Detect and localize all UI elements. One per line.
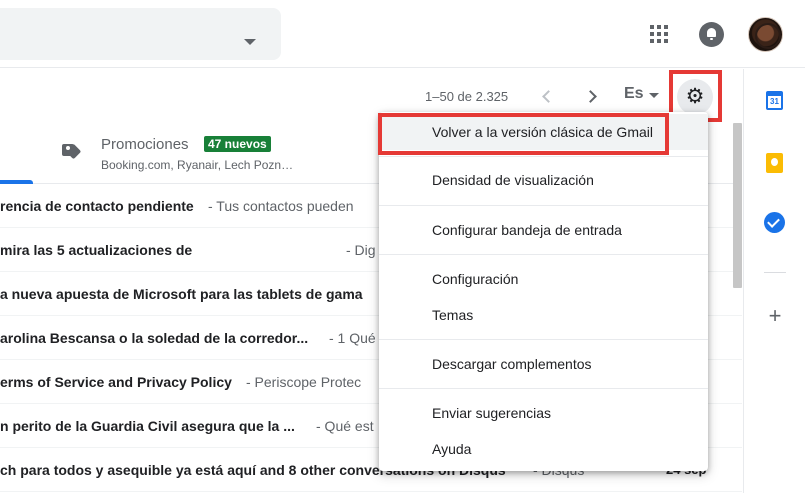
- add-icon[interactable]: +: [766, 305, 784, 327]
- side-panel: +: [743, 69, 805, 493]
- apps-grid-icon[interactable]: [650, 25, 670, 45]
- page-count: 1–50 de 2.325: [425, 89, 509, 104]
- email-snippet: - Dig: [346, 242, 376, 258]
- gear-icon[interactable]: ⚙: [684, 86, 706, 108]
- email-snippet: - Tus contactos pueden: [208, 198, 354, 214]
- menu-divider: [379, 388, 708, 389]
- chevron-left-icon[interactable]: [541, 90, 553, 102]
- search-options-caret-icon[interactable]: [244, 39, 256, 45]
- chevron-down-icon[interactable]: [649, 93, 659, 98]
- tag-hole: [66, 146, 70, 150]
- email-subject: rencia de contacto pendiente: [0, 198, 194, 214]
- email-subject: n perito de la Guardia Civil asegura que…: [0, 418, 295, 434]
- promotions-senders: Booking.com, Ryanair, Lech Pozn…: [101, 158, 294, 172]
- new-count-badge: 47 nuevos: [204, 136, 271, 152]
- menu-item-configure-inbox[interactable]: Configurar bandeja de entrada: [379, 212, 708, 248]
- email-snippet: - Periscope Protec: [246, 374, 362, 390]
- settings-menu: Volver a la versión clásica de Gmail Den…: [379, 112, 708, 471]
- menu-divider: [379, 156, 708, 157]
- menu-divider: [379, 339, 708, 340]
- tab-promotions[interactable]: Promociones: [101, 136, 189, 153]
- email-snippet: - Qué est: [316, 418, 374, 434]
- email-snippet: - 1 Qué: [329, 330, 376, 346]
- highlight-annotation: [378, 113, 669, 155]
- email-subject: a nueva apuesta de Microsoft para las ta…: [0, 286, 363, 302]
- bell-icon[interactable]: [699, 22, 724, 47]
- menu-item-settings[interactable]: Configuración: [379, 261, 708, 297]
- top-header: [0, 0, 805, 68]
- menu-divider: [379, 205, 708, 206]
- menu-item-send-feedback[interactable]: Enviar sugerencias: [379, 395, 708, 431]
- menu-item-get-addons[interactable]: Descargar complementos: [379, 346, 708, 382]
- email-subject: arolina Bescansa o la soledad de la corr…: [0, 330, 309, 346]
- gmail-window: 1–50 de 2.325 Es ⚙ Promociones 47 nuevos…: [0, 0, 805, 493]
- email-subject: mira las 5 actualizaciones de: [0, 242, 193, 258]
- menu-item-themes[interactable]: Temas: [379, 297, 708, 333]
- input-language-button[interactable]: Es: [624, 85, 644, 103]
- email-subject: erms of Service and Privacy Policy: [0, 374, 232, 390]
- menu-item-density[interactable]: Densidad de visualización: [379, 162, 708, 198]
- menu-divider: [379, 254, 708, 255]
- side-panel-divider: [764, 272, 786, 273]
- keep-icon[interactable]: [766, 153, 783, 173]
- search-bar[interactable]: [0, 8, 281, 60]
- menu-item-help[interactable]: Ayuda: [379, 431, 708, 467]
- tasks-icon[interactable]: [764, 212, 785, 233]
- calendar-icon[interactable]: [766, 91, 783, 110]
- chevron-right-icon[interactable]: [585, 90, 597, 102]
- scrollbar[interactable]: [733, 123, 742, 288]
- tag-icon: [62, 143, 82, 161]
- avatar[interactable]: [748, 17, 783, 52]
